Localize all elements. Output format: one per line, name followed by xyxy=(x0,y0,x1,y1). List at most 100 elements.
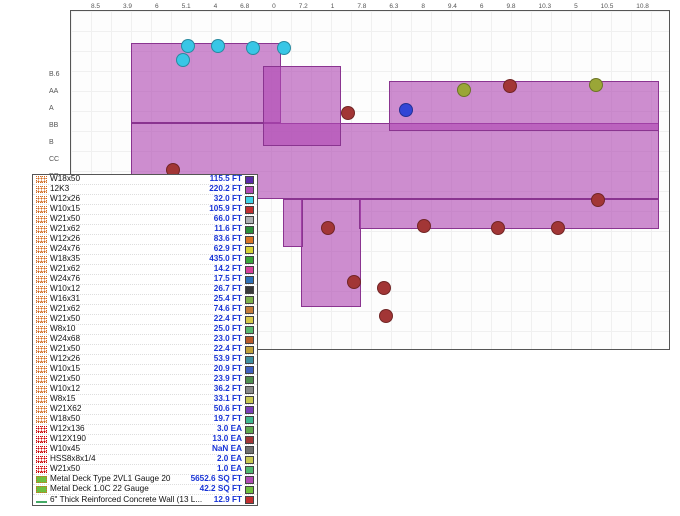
axis-tick: 0 xyxy=(272,3,276,17)
column-marker[interactable] xyxy=(379,309,393,323)
legend-pattern-swatch xyxy=(36,306,47,313)
legend-item-label: W12x136 xyxy=(50,425,217,433)
legend-item-label: W10x45 xyxy=(50,445,212,453)
legend-item-value: 25.4 FT xyxy=(214,295,242,303)
legend-item-label: W18x35 xyxy=(50,255,209,263)
legend-color-swatch xyxy=(245,456,254,464)
legend-item-value: 42.2 SQ FT xyxy=(200,485,242,493)
column-marker[interactable] xyxy=(321,221,335,235)
legend-item-value: 115.5 FT xyxy=(210,175,242,183)
legend-item-value: 23.0 FT xyxy=(214,335,242,343)
axis-tick: 8 xyxy=(421,3,425,17)
legend-item-label: W12X190 xyxy=(50,435,212,443)
legend-pattern-swatch xyxy=(36,426,47,433)
legend-color-swatch xyxy=(245,486,254,494)
legend-color-swatch xyxy=(245,196,254,204)
legend-item-label: W12x26 xyxy=(50,195,214,203)
legend-item-value: 62.9 FT xyxy=(214,245,242,253)
column-marker[interactable] xyxy=(176,53,190,67)
legend-item-value: 50.6 FT xyxy=(214,405,242,413)
legend-pattern-swatch xyxy=(36,196,47,203)
axis-tick: 4 xyxy=(214,3,218,17)
slab-region[interactable] xyxy=(301,199,361,307)
axis-tick: 10.5 xyxy=(601,3,614,17)
column-marker[interactable] xyxy=(181,39,195,53)
legend-color-swatch xyxy=(245,356,254,364)
legend-color-swatch xyxy=(245,396,254,404)
legend-item-value: 20.9 FT xyxy=(214,365,242,373)
axis-row-label: BB xyxy=(49,122,60,129)
column-marker[interactable] xyxy=(591,193,605,207)
legend-item-value: 2.0 EA xyxy=(217,455,242,463)
axis-row-label: A xyxy=(49,105,60,112)
legend-item-value: 33.1 FT xyxy=(214,395,242,403)
legend-item-value: 105.9 FT xyxy=(209,205,242,213)
legend-pattern-swatch xyxy=(36,186,47,193)
column-marker[interactable] xyxy=(399,103,413,117)
legend-pattern-swatch xyxy=(36,216,47,223)
column-marker[interactable] xyxy=(417,219,431,233)
legend-item-label: W16x31 xyxy=(50,295,214,303)
legend-pattern-swatch xyxy=(36,416,47,423)
legend-item-label: W10x12 xyxy=(50,385,214,393)
legend-pattern-swatch xyxy=(36,276,47,283)
column-marker[interactable] xyxy=(503,79,517,93)
legend-color-swatch xyxy=(245,446,254,454)
column-marker[interactable] xyxy=(491,221,505,235)
legend-color-swatch xyxy=(245,236,254,244)
legend-color-swatch xyxy=(245,216,254,224)
axis-row-label: B.6 xyxy=(49,71,60,78)
column-marker[interactable] xyxy=(589,78,603,92)
legend-color-swatch xyxy=(245,326,254,334)
legend-color-swatch xyxy=(245,266,254,274)
column-marker[interactable] xyxy=(246,41,260,55)
slab-region[interactable] xyxy=(389,81,659,131)
legend-pattern-swatch xyxy=(36,256,47,263)
slab-region[interactable] xyxy=(131,43,281,123)
slab-region[interactable] xyxy=(283,199,303,247)
legend-item-label: W24x76 xyxy=(50,245,214,253)
slab-region[interactable] xyxy=(263,66,341,146)
legend-color-swatch xyxy=(245,386,254,394)
legend-item-value: 53.9 FT xyxy=(214,355,242,363)
column-marker[interactable] xyxy=(347,275,361,289)
legend-pattern-swatch xyxy=(36,406,47,413)
legend-color-swatch xyxy=(245,316,254,324)
legend-row[interactable]: 6" Thick Reinforced Concrete Wall (13 L.… xyxy=(33,495,257,505)
axis-tick: 1 xyxy=(331,3,335,17)
axis-tick: 6.8 xyxy=(240,3,249,17)
axis-tick: 3.9 xyxy=(123,3,132,17)
legend-item-label: HSS8x8x1/4 xyxy=(50,455,217,463)
axis-side-labels: B.6AAABBBCCDD xyxy=(49,71,60,191)
legend-item-value: 74.6 FT xyxy=(214,305,242,313)
column-marker[interactable] xyxy=(551,221,565,235)
axis-row-label: B xyxy=(49,139,60,146)
axis-tick: 10.3 xyxy=(538,3,551,17)
slab-region[interactable] xyxy=(359,199,659,229)
column-marker[interactable] xyxy=(277,41,291,55)
axis-tick: 7.2 xyxy=(299,3,308,17)
legend-item-value: 11.6 FT xyxy=(214,225,242,233)
legend-item-label: Metal Deck 1.0C 22 Gauge xyxy=(50,485,200,493)
legend-item-value: 17.5 FT xyxy=(214,275,242,283)
column-marker[interactable] xyxy=(457,83,471,97)
legend-item-label: W10x15 xyxy=(50,205,209,213)
legend-item-label: W10x12 xyxy=(50,285,214,293)
legend-row[interactable]: Metal Deck 1.0C 22 Gauge42.2 SQ FT xyxy=(33,485,257,495)
legend-item-label: W21x50 xyxy=(50,215,214,223)
legend-pattern-swatch xyxy=(36,316,47,323)
takeoff-legend-panel[interactable]: W18x50115.5 FT12K3220.2 FTW12x2632.0 FTW… xyxy=(32,174,258,506)
column-marker[interactable] xyxy=(341,106,355,120)
axis-tick: 6 xyxy=(480,3,484,17)
legend-item-value: 1.0 EA xyxy=(217,465,242,473)
legend-item-label: Metal Deck Type 2VL1 Gauge 20 xyxy=(50,475,191,483)
legend-item-value: NaN EA xyxy=(212,445,242,453)
legend-item-value: 32.0 FT xyxy=(214,195,242,203)
legend-item-value: 25.0 FT xyxy=(214,325,242,333)
legend-color-swatch xyxy=(245,336,254,344)
column-marker[interactable] xyxy=(211,39,225,53)
column-marker[interactable] xyxy=(377,281,391,295)
legend-item-value: 13.0 EA xyxy=(212,435,242,443)
legend-pattern-swatch xyxy=(36,366,47,373)
axis-tick: 10.8 xyxy=(636,3,649,17)
